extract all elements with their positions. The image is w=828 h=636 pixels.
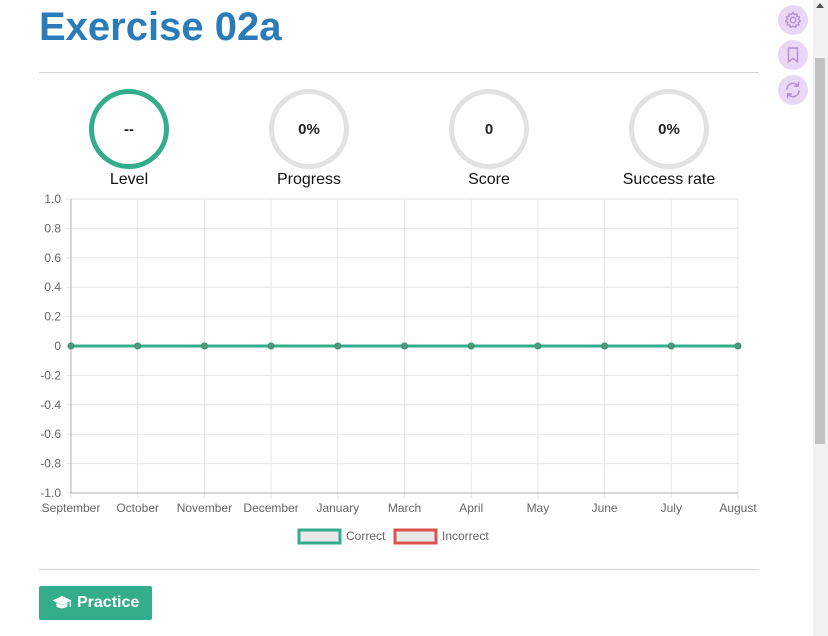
y-tick-label: -0.6 bbox=[40, 427, 61, 441]
practice-button[interactable]: Practice bbox=[39, 586, 153, 620]
x-tick-label: December bbox=[243, 501, 298, 515]
correct-data-point bbox=[67, 342, 75, 350]
x-tick-label: August bbox=[719, 501, 757, 515]
y-tick-label: -0.2 bbox=[40, 368, 61, 382]
legend-label-correct: Correct bbox=[346, 529, 386, 543]
progress-line-chart: 1.0 0.8 0.6 0.4 0.2 0 -0.2 -0.4 -0.6 -0.8 -1.0Sept… bbox=[40, 192, 757, 545]
stat-level: -- Level bbox=[49, 89, 209, 189]
bookmark-button[interactable] bbox=[778, 40, 808, 70]
scrollbar-thumb[interactable] bbox=[815, 58, 825, 444]
y-tick-label: -0.8 bbox=[40, 457, 61, 471]
page-title: Exercise 02a bbox=[39, 5, 282, 49]
score-ring: 0 bbox=[449, 89, 529, 169]
correct-data-point bbox=[134, 342, 142, 350]
y-tick-label: -0.4 bbox=[40, 398, 61, 412]
correct-data-point bbox=[267, 342, 275, 350]
stat-score: 0 Score bbox=[409, 89, 569, 189]
scroll-up-arrow[interactable] bbox=[816, 3, 824, 8]
correct-data-point bbox=[734, 342, 742, 350]
correct-data-point bbox=[534, 342, 542, 350]
stat-progress: 0% Progress bbox=[229, 89, 389, 189]
level-ring: -- bbox=[89, 89, 169, 169]
correct-data-point bbox=[601, 342, 609, 350]
progress-ring: 0% bbox=[269, 89, 349, 169]
x-tick-label: November bbox=[177, 501, 232, 515]
success-rate-ring: 0% bbox=[629, 89, 709, 169]
y-tick-label: 0.8 bbox=[44, 221, 61, 235]
correct-data-point bbox=[401, 342, 408, 350]
x-tick-label: April bbox=[459, 501, 483, 515]
correct-data-point bbox=[467, 342, 475, 350]
correct-data-point bbox=[667, 342, 675, 350]
x-tick-label: September bbox=[42, 501, 101, 515]
success-rate-label: Success rate bbox=[622, 171, 716, 188]
y-tick-label: 1.0 bbox=[44, 192, 61, 206]
x-tick-label: October bbox=[116, 501, 159, 515]
settings-button[interactable] bbox=[778, 5, 808, 35]
score-label: Score bbox=[468, 171, 510, 188]
y-tick-label: 0.6 bbox=[44, 251, 61, 265]
correct-data-point bbox=[200, 342, 208, 350]
x-tick-label: June bbox=[592, 501, 618, 515]
stat-success-rate: 0% Success rate bbox=[589, 89, 749, 189]
legend-label-incorrect: Incorrect bbox=[442, 529, 489, 543]
x-tick-label: March bbox=[388, 501, 421, 515]
divider-bottom bbox=[39, 569, 759, 570]
divider-top bbox=[39, 72, 759, 73]
graduation-cap-icon bbox=[52, 595, 72, 611]
x-tick-label: July bbox=[661, 501, 682, 515]
y-tick-label: 0 bbox=[54, 339, 61, 353]
level-label: Level bbox=[109, 171, 149, 188]
x-tick-label: January bbox=[316, 501, 359, 515]
gear-icon bbox=[783, 10, 803, 30]
correct-data-point bbox=[334, 342, 342, 350]
y-tick-label: 0.4 bbox=[44, 280, 61, 294]
y-tick-label: 0.2 bbox=[44, 310, 61, 324]
refresh-icon bbox=[783, 80, 803, 100]
legend-swatch-incorrect bbox=[393, 528, 438, 545]
progress-label: Progress bbox=[276, 171, 342, 188]
y-tick-label: -1.0 bbox=[40, 486, 61, 500]
x-tick-label: May bbox=[527, 501, 550, 515]
vertical-scrollbar[interactable] bbox=[813, 0, 828, 636]
refresh-button[interactable] bbox=[778, 75, 808, 105]
bookmark-icon bbox=[783, 45, 803, 65]
legend-swatch-correct bbox=[297, 528, 342, 545]
practice-button-label: Practice bbox=[77, 594, 140, 611]
